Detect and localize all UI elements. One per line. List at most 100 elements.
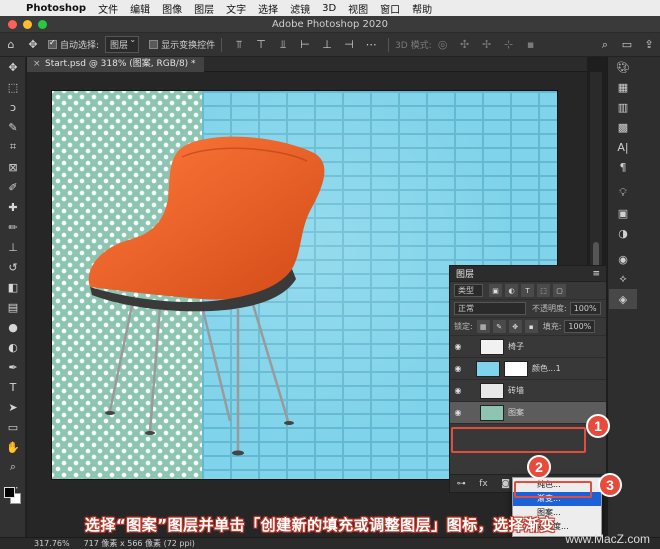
visibility-eye-icon[interactable]: ◉ — [450, 342, 466, 351]
visibility-eye-icon[interactable]: ◉ — [450, 408, 466, 417]
crop-tool-icon[interactable]: ⌗ — [0, 137, 26, 157]
quick-select-tool-icon[interactable]: ✎ — [0, 117, 26, 137]
type-tool-icon[interactable]: T — [0, 377, 26, 397]
align-right-icon[interactable]: ⊣ — [340, 36, 358, 54]
layer-row-brick-wall[interactable]: ◉ 砖墙 — [450, 380, 606, 402]
close-window-icon[interactable] — [8, 20, 17, 29]
visibility-eye-icon[interactable]: ◉ — [450, 386, 466, 395]
filter-kind-dropdown[interactable]: 类型 — [454, 284, 483, 297]
layers-panel-icon[interactable]: ◈ — [609, 289, 637, 309]
filter-pixel-icon[interactable]: ▣ — [489, 284, 502, 297]
lasso-tool-icon[interactable]: ↄ — [0, 97, 26, 117]
menu-image[interactable]: 图像 — [162, 1, 182, 16]
filter-adjustment-icon[interactable]: ◐ — [505, 284, 518, 297]
patterns-panel-icon[interactable]: ▩ — [609, 117, 637, 137]
color-swatches[interactable] — [4, 487, 22, 505]
color-panel-icon[interactable]: 🎨︎ — [609, 57, 637, 77]
clone-stamp-tool-icon[interactable]: ⊥ — [0, 237, 26, 257]
filter-smart-object-icon[interactable]: ▢ — [553, 284, 566, 297]
opacity-field[interactable]: 100% — [569, 302, 601, 315]
close-tab-icon[interactable]: × — [33, 57, 41, 72]
lock-position-icon[interactable]: ✥ — [508, 320, 522, 333]
align-top-icon[interactable]: ⫪ — [230, 36, 248, 54]
marquee-tool-icon[interactable]: ⬚ — [0, 77, 26, 97]
rectangle-tool-icon[interactable]: ▭ — [0, 417, 26, 437]
foreground-color-swatch[interactable] — [4, 487, 15, 498]
gradient-tool-icon[interactable]: ▤ — [0, 297, 26, 317]
eraser-tool-icon[interactable]: ◧ — [0, 277, 26, 297]
workspace-icon[interactable]: ▭ — [618, 36, 636, 54]
menu-help[interactable]: 帮助 — [412, 1, 432, 16]
path-select-tool-icon[interactable]: ➤ — [0, 397, 26, 417]
layer-row-color-fill[interactable]: ◉ 颜色...1 — [450, 358, 606, 380]
menu-type[interactable]: 文字 — [226, 1, 246, 16]
opacity-label: 不透明度: — [532, 304, 567, 313]
healing-brush-tool-icon[interactable]: ✚ — [0, 197, 26, 217]
slide-3d-icon[interactable]: ⊹ — [500, 36, 518, 54]
adjustments-panel-icon[interactable]: ◑ — [609, 223, 637, 243]
blend-mode-dropdown[interactable]: 正常 — [454, 302, 526, 315]
paths-panel-icon[interactable]: ⟡ — [609, 269, 637, 289]
menu-view[interactable]: 视图 — [348, 1, 368, 16]
home-icon[interactable]: ⌂ — [2, 36, 20, 54]
zoom-level[interactable]: 317.76% — [34, 539, 70, 548]
menu-file[interactable]: 文件 — [98, 1, 118, 16]
history-brush-tool-icon[interactable]: ↺ — [0, 257, 26, 277]
layer-row-chair[interactable]: ◉ 椅子 — [450, 336, 606, 358]
share-icon[interactable]: ⇪ — [640, 36, 658, 54]
auto-select-target-dropdown[interactable]: 图层 — [105, 35, 140, 53]
character-panel-icon[interactable]: A| — [609, 137, 637, 157]
menu-edit[interactable]: 编辑 — [130, 1, 150, 16]
menu-app-name[interactable]: Photoshop — [26, 3, 86, 14]
eyedropper-tool-icon[interactable]: ✐ — [0, 177, 26, 197]
pan-3d-icon[interactable]: ✢ — [478, 36, 496, 54]
roll-3d-icon[interactable]: ✣ — [456, 36, 474, 54]
dodge-tool-icon[interactable]: ◐ — [0, 337, 26, 357]
zoom-window-icon[interactable] — [38, 20, 47, 29]
channels-panel-icon[interactable]: ◉ — [609, 249, 637, 269]
move-tool-icon[interactable]: ✥ — [0, 57, 26, 77]
pen-tool-icon[interactable]: ✒ — [0, 357, 26, 377]
more-options-icon[interactable]: ⋯ — [362, 36, 380, 54]
minimize-window-icon[interactable] — [23, 20, 32, 29]
blur-tool-icon[interactable]: ● — [0, 317, 26, 337]
layer-row-pattern[interactable]: ◉ 图案 — [450, 402, 606, 424]
layers-panel-title[interactable]: 图层 — [456, 267, 474, 280]
zoom-tool-icon[interactable]: ⌕ — [0, 457, 26, 477]
move-tool-icon[interactable]: ✥ — [24, 36, 42, 54]
auto-select-checkbox[interactable] — [48, 38, 57, 49]
menu-filter[interactable]: 滤镜 — [290, 1, 310, 16]
fill-field[interactable]: 100% — [564, 320, 596, 333]
visibility-eye-icon[interactable]: ◉ — [450, 364, 466, 373]
menu-select[interactable]: 选择 — [258, 1, 278, 16]
libraries-panel-icon[interactable]: ▣ — [609, 203, 637, 223]
align-middle-icon[interactable]: ⊤ — [252, 36, 270, 54]
filter-type-icon[interactable]: T — [521, 284, 534, 297]
add-mask-icon[interactable]: ◙ — [501, 479, 510, 489]
search-icon[interactable]: ⌕ — [596, 36, 614, 54]
menu-3d[interactable]: 3D — [322, 3, 336, 14]
swatches-panel-icon[interactable]: ▦ — [609, 77, 637, 97]
align-center-icon[interactable]: ⊥ — [318, 36, 336, 54]
lock-transparency-icon[interactable]: ▦ — [476, 320, 490, 333]
brush-tool-icon[interactable]: ✏ — [0, 217, 26, 237]
menu-window[interactable]: 窗口 — [380, 1, 400, 16]
layer-style-icon[interactable]: fx — [479, 479, 488, 489]
document-tab[interactable]: × Start.psd @ 318% (图案, RGB/8) * — [27, 57, 204, 72]
paragraph-panel-icon[interactable]: ¶ — [609, 157, 637, 177]
filter-shape-icon[interactable]: ⬚ — [537, 284, 550, 297]
gradients-panel-icon[interactable]: ▥ — [609, 97, 637, 117]
link-layers-icon[interactable]: ⊶ — [457, 479, 466, 489]
align-bottom-icon[interactable]: ⫫ — [274, 36, 292, 54]
lock-all-icon[interactable]: ▪ — [524, 320, 538, 333]
scale-3d-icon[interactable]: ▪ — [522, 36, 540, 54]
align-left-icon[interactable]: ⊢ — [296, 36, 314, 54]
show-transform-checkbox[interactable] — [149, 40, 159, 49]
learn-panel-icon[interactable]: 💡︎ — [609, 183, 637, 203]
menu-layer[interactable]: 图层 — [194, 1, 214, 16]
frame-tool-icon[interactable]: ⊠ — [0, 157, 26, 177]
panel-menu-icon[interactable]: ≡ — [592, 269, 600, 279]
orbit-3d-icon[interactable]: ◎ — [434, 36, 452, 54]
hand-tool-icon[interactable]: ✋ — [0, 437, 26, 457]
lock-pixels-icon[interactable]: ✎ — [492, 320, 506, 333]
